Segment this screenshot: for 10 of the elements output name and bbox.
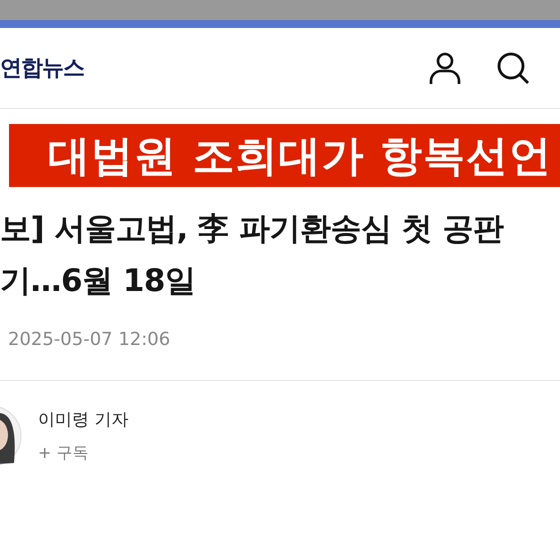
profile-icon[interactable] <box>428 51 462 85</box>
headline: 보] 서울고법, 李 파기환송심 첫 공판 <box>0 210 505 249</box>
author-name[interactable]: 이미령 기자 <box>38 408 128 431</box>
search-icon[interactable] <box>496 51 530 85</box>
avatar-icon <box>0 405 22 467</box>
publish-date: 2025-05-07 12:06 <box>8 329 172 350</box>
caption-banner: 대법원 조희대가 항복선언 <box>9 124 560 187</box>
subscribe-link[interactable]: + 구독 <box>38 443 128 464</box>
headline: 기…6월 18일 <box>0 262 197 301</box>
logo[interactable]: 연합뉴스 <box>0 53 84 83</box>
